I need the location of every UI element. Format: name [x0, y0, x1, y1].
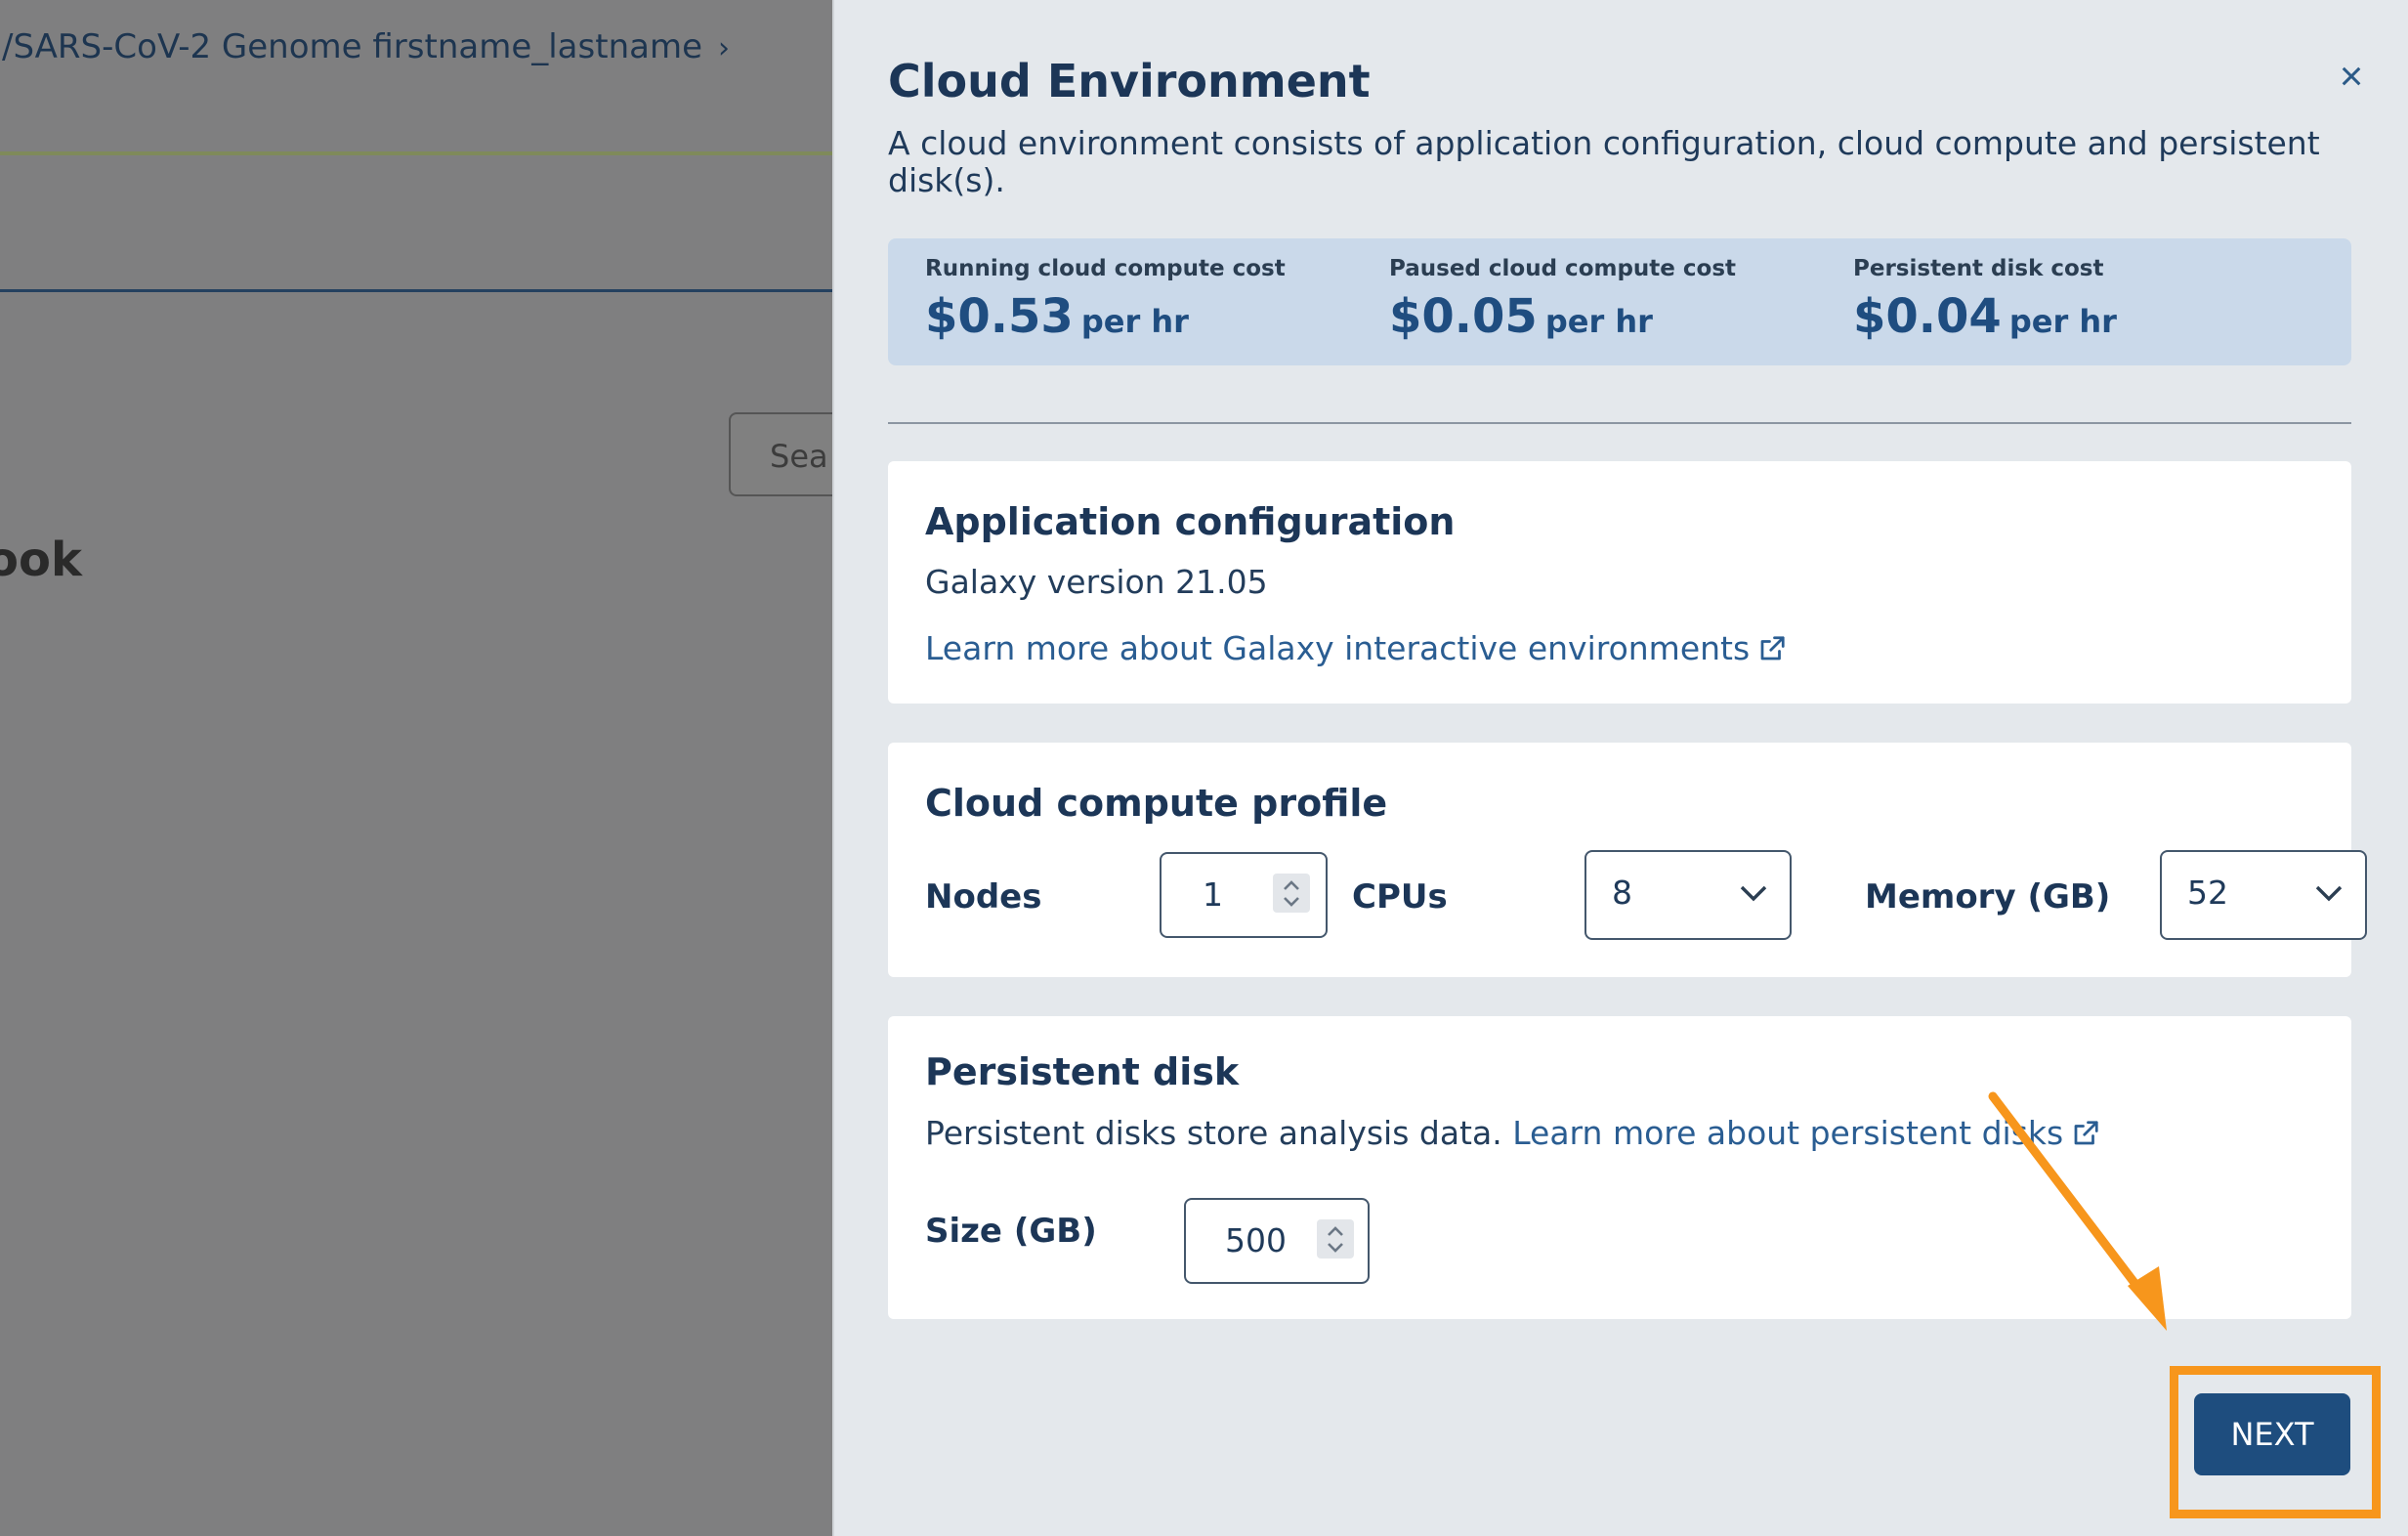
running-cost-label: Running cloud compute cost	[925, 256, 1286, 281]
memory-select[interactable]: 52	[2160, 850, 2367, 940]
nodes-value[interactable]: 1	[1203, 875, 1223, 914]
close-icon[interactable]: ×	[2329, 54, 2374, 99]
cloud-environment-drawer: Cloud Environment × A cloud environment …	[832, 0, 2408, 1536]
persistent-disk-learn-more-text[interactable]: Learn more about persistent disks	[1512, 1114, 2063, 1152]
drawer-title: Cloud Environment	[888, 55, 1371, 107]
disk-cost: Persistent disk cost $0.04 per hr	[1853, 256, 2117, 344]
paused-cost-label: Paused cloud compute cost	[1389, 256, 1737, 281]
application-configuration-card: Application configuration Galaxy version…	[888, 461, 2351, 704]
disk-size-label: Size (GB)	[925, 1212, 1097, 1251]
disk-size-stepper[interactable]: 500	[1184, 1198, 1370, 1284]
disk-size-value[interactable]: 500	[1225, 1221, 1287, 1259]
cpus-select[interactable]: 8	[1584, 850, 1792, 940]
breadcrumb[interactable]: /SARS-CoV-2 Genome firstname_lastname ›	[2, 27, 730, 66]
breadcrumb-text[interactable]: /SARS-CoV-2 Genome firstname_lastname	[2, 27, 702, 66]
drawer-description: A cloud environment consists of applicat…	[888, 124, 2320, 199]
running-cost-value-row: $0.53 per hr	[925, 289, 1286, 344]
background-page: /SARS-CoV-2 Genome firstname_lastname › S…	[0, 0, 832, 1536]
disk-cost-label: Persistent disk cost	[1853, 256, 2104, 281]
cloud-compute-profile-title: Cloud compute profile	[925, 782, 1388, 825]
tabbar-underline	[0, 289, 832, 292]
galaxy-version: Galaxy version 21.05	[925, 563, 1268, 601]
external-link-icon	[2074, 1121, 2098, 1145]
disk-size-spinner-icon[interactable]	[1317, 1219, 1354, 1259]
memory-value[interactable]: 52	[2187, 874, 2228, 912]
chevron-down-icon	[1740, 885, 1767, 902]
cpus-value[interactable]: 8	[1612, 874, 1632, 912]
persistent-disk-title: Persistent disk	[925, 1050, 1240, 1093]
memory-label: Memory (GB)	[1865, 877, 2111, 917]
running-cost-unit: per hr	[1080, 303, 1189, 340]
persistent-disk-learn-more-link[interactable]: Learn more about persistent disks	[1512, 1114, 2100, 1152]
cloud-compute-profile-card: Cloud compute profile Nodes 1 CPUs 8 Mem…	[888, 743, 2367, 977]
persistent-disk-description-row: Persistent disks store analysis data. Le…	[925, 1114, 2100, 1152]
external-link-icon	[1760, 636, 1785, 661]
search-placeholder: Sea	[770, 438, 828, 475]
running-cost: Running cloud compute cost $0.53 per hr	[925, 256, 1286, 344]
disk-cost-value: $0.04	[1853, 289, 2002, 344]
chevron-down-icon	[2315, 885, 2343, 902]
disk-cost-value-row: $0.04 per hr	[1853, 289, 2117, 344]
paused-cost: Paused cloud compute cost $0.05 per hr	[1389, 256, 1736, 344]
nodes-spinner-icon[interactable]	[1273, 874, 1310, 913]
paused-cost-value: $0.05	[1389, 289, 1538, 344]
galaxy-learn-more-text[interactable]: Learn more about Galaxy interactive envi…	[925, 629, 1750, 667]
section-divider	[888, 422, 2351, 424]
persistent-disk-card: Persistent disk Persistent disks store a…	[888, 1016, 2351, 1319]
nodes-label: Nodes	[925, 877, 1042, 917]
galaxy-learn-more-link[interactable]: Learn more about Galaxy interactive envi…	[925, 629, 1787, 667]
disk-cost-unit: per hr	[2008, 303, 2117, 340]
paused-cost-unit: per hr	[1544, 303, 1653, 340]
cost-summary-bar: Running cloud compute cost $0.53 per hr P…	[888, 238, 2351, 365]
persistent-disk-description: Persistent disks store analysis data.	[925, 1114, 1502, 1152]
nodes-stepper[interactable]: 1	[1160, 852, 1328, 938]
header-accent-line	[0, 151, 832, 155]
chevron-right-icon: ›	[718, 31, 730, 65]
page-heading-fragment: ook	[0, 533, 82, 587]
search-input[interactable]: Sea	[729, 412, 832, 496]
application-configuration-title: Application configuration	[925, 500, 1456, 543]
next-highlight-box	[2170, 1366, 2381, 1518]
paused-cost-value-row: $0.05 per hr	[1389, 289, 1736, 344]
cpus-label: CPUs	[1352, 877, 1448, 917]
running-cost-value: $0.53	[925, 289, 1074, 344]
